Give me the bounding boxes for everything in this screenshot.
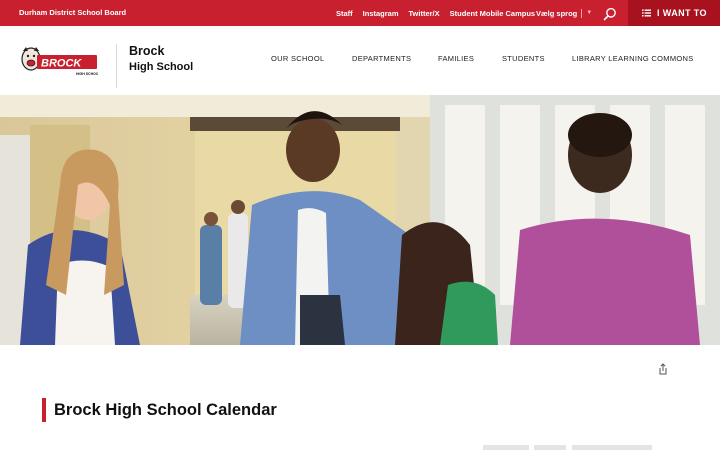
utility-links: Staff Instagram Twitter/X Student Mobile… [336, 0, 545, 26]
page-title: Brock High School Calendar [54, 401, 277, 419]
nav-library-learning-commons[interactable]: LIBRARY LEARNING COMMONS [572, 54, 694, 63]
board-link[interactable]: Durham District School Board [19, 0, 126, 26]
calendar-control[interactable] [572, 445, 652, 450]
student-mobile-campus-link[interactable]: Student Mobile Campus [450, 9, 535, 18]
school-subtitle[interactable]: High School [129, 60, 193, 74]
title-accent-bar [42, 398, 46, 422]
header-divider [116, 44, 117, 88]
twitter-link[interactable]: Twitter/X [409, 9, 440, 18]
language-separator [581, 8, 583, 18]
chevron-down-icon: ▼ [586, 10, 593, 16]
share-icon[interactable] [657, 363, 669, 375]
nav-students[interactable]: STUDENTS [502, 54, 545, 63]
nav-families[interactable]: FAMILIES [438, 54, 474, 63]
hero-image [0, 95, 720, 345]
calendar-control[interactable] [483, 445, 529, 450]
hero-illustration [0, 95, 720, 345]
site-header: BROCK HIGH SCHOOL Brock High School OUR … [0, 26, 720, 94]
svg-text:HIGH SCHOOL: HIGH SCHOOL [76, 72, 98, 76]
school-logo[interactable]: BROCK HIGH SCHOOL [20, 42, 98, 78]
i-want-to-button[interactable]: I WANT TO [628, 0, 720, 26]
nav-our-school[interactable]: OUR SCHOOL [271, 54, 324, 63]
svg-text:BROCK: BROCK [41, 58, 82, 70]
staff-link[interactable]: Staff [336, 9, 353, 18]
utility-bar: Durham District School Board Staff Insta… [0, 0, 720, 26]
language-label: Vælg sprog [536, 8, 578, 18]
calendar-control[interactable] [534, 445, 566, 450]
search-icon[interactable] [603, 7, 617, 21]
school-name[interactable]: Brock [129, 44, 164, 59]
instagram-link[interactable]: Instagram [363, 9, 399, 18]
nav-departments[interactable]: DEPARTMENTS [352, 54, 411, 63]
list-icon [642, 9, 651, 17]
language-selector[interactable]: Vælg sprog ▼ [536, 0, 592, 26]
i-want-to-label: I WANT TO [657, 8, 707, 18]
